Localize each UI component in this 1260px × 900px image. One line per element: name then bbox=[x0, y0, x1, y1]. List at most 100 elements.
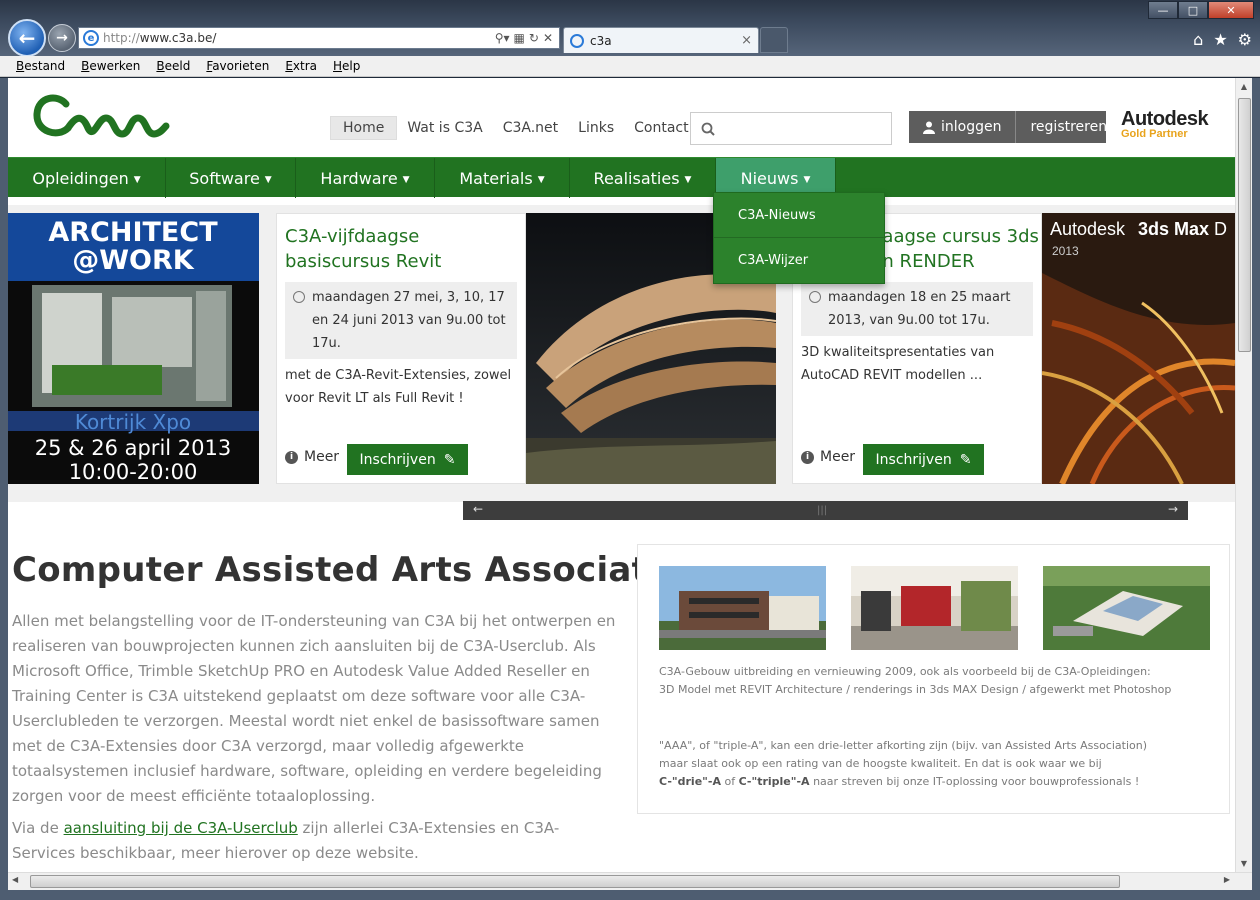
banner-line4: 25 & 26 april 2013 bbox=[35, 436, 231, 460]
caret-down-icon: ▼ bbox=[264, 174, 272, 185]
tab-favicon-icon bbox=[570, 33, 584, 48]
window-controls: — □ ✕ bbox=[1148, 1, 1254, 19]
page-viewport: Home Wat is C3A C3A.net Links Contact in… bbox=[8, 78, 1235, 872]
search-dropdown-icon[interactable]: ⚲▾ bbox=[495, 31, 510, 45]
pencil-icon: ✎ bbox=[443, 451, 456, 468]
minimize-button[interactable]: — bbox=[1148, 1, 1178, 19]
text-fragment: Via de bbox=[12, 819, 64, 837]
scroll-right-icon[interactable]: ▶ bbox=[1224, 875, 1230, 884]
compat-view-icon[interactable]: ▦ bbox=[514, 31, 525, 45]
tab-title: c3a bbox=[590, 33, 612, 48]
ie-page-icon: e bbox=[83, 30, 99, 46]
c3a-logo[interactable] bbox=[32, 88, 172, 144]
intro-paragraph: Allen met belangstelling voor de IT-onde… bbox=[12, 612, 616, 805]
slider-next-icon[interactable]: → bbox=[1168, 502, 1178, 516]
topnav-contact[interactable]: Contact bbox=[624, 116, 698, 140]
clock-icon bbox=[293, 291, 305, 303]
nav-hardware[interactable]: Hardware ▼ bbox=[296, 158, 435, 198]
close-window-button[interactable]: ✕ bbox=[1208, 1, 1254, 19]
inschrijven-label: Inschrijven bbox=[359, 451, 436, 468]
home-icon[interactable]: ⌂ bbox=[1193, 30, 1203, 49]
card-title[interactable]: C3A-vijfdaagse basiscursus Revit bbox=[285, 224, 525, 274]
menu-bestand[interactable]: Bestand bbox=[16, 59, 65, 73]
dropdown-item-c3a-nieuws[interactable]: C3A-Nieuws bbox=[714, 193, 884, 238]
forward-button[interactable]: → bbox=[48, 24, 76, 52]
more-link[interactable]: i Meer bbox=[801, 449, 855, 465]
nav-materials[interactable]: Materials ▼ bbox=[435, 158, 570, 198]
card-date: maandagen 18 en 25 maart 2013, van 9u.00… bbox=[801, 282, 1033, 336]
menu-favorieten[interactable]: Favorieten bbox=[206, 59, 269, 73]
triple-a-note: "AAA", of "triple-A", kan een drie-lette… bbox=[659, 737, 1219, 791]
inschrijven-label: Inschrijven bbox=[875, 451, 952, 468]
banner-line2: @WORK bbox=[72, 245, 195, 276]
building-interior-thumbnail[interactable] bbox=[851, 566, 1018, 650]
nav-software[interactable]: Software ▼ bbox=[166, 158, 296, 198]
refresh-icon[interactable]: ↻ bbox=[529, 31, 539, 45]
topnav-home[interactable]: Home bbox=[330, 116, 398, 140]
userclub-link[interactable]: aansluiting bij de C3A-Userclub bbox=[64, 819, 298, 837]
horizontal-scroll-thumb[interactable] bbox=[30, 875, 1120, 888]
favorites-star-icon[interactable]: ★ bbox=[1213, 30, 1227, 49]
product-name: 3ds Max bbox=[1138, 219, 1209, 239]
url-text[interactable]: http://www.c3a.be/ bbox=[103, 31, 495, 45]
maximize-button[interactable]: □ bbox=[1178, 1, 1208, 19]
topnav-c3a-net[interactable]: C3A.net bbox=[493, 116, 568, 140]
menu-beeld[interactable]: Beeld bbox=[156, 59, 190, 73]
banner-line5: 10:00-20:00 bbox=[69, 460, 198, 484]
vertical-scrollbar[interactable]: ▲ ▼ bbox=[1235, 78, 1252, 872]
inschrijven-button[interactable]: Inschrijven ✎ bbox=[863, 444, 984, 475]
menu-bewerken[interactable]: Bewerken bbox=[81, 59, 140, 73]
product-suffix: D bbox=[1214, 219, 1227, 239]
slider-prev-icon[interactable]: ← bbox=[473, 502, 483, 516]
browser-tab[interactable]: c3a × bbox=[563, 27, 759, 53]
topnav-wat-is-c3a[interactable]: Wat is C3A bbox=[397, 116, 492, 140]
menu-help[interactable]: Help bbox=[333, 59, 360, 73]
info-icon: i bbox=[285, 450, 298, 464]
horizontal-scrollbar[interactable]: ◀ ▶ bbox=[8, 872, 1252, 890]
caret-down-icon: ▼ bbox=[803, 174, 811, 185]
vertical-scroll-thumb[interactable] bbox=[1238, 98, 1251, 352]
nav-opleidingen[interactable]: Opleidingen ▼ bbox=[8, 158, 166, 198]
top-navigation: Home Wat is C3A C3A.net Links Contact bbox=[330, 116, 699, 140]
arrow-right-icon: → bbox=[56, 30, 68, 46]
project-showcase-box: C3A-Gebouw uitbreiding en vernieuwing 20… bbox=[637, 544, 1230, 814]
slider-grip-icon[interactable]: ||| bbox=[817, 505, 827, 516]
banner-line3: Kortrijk Xpo bbox=[75, 410, 191, 434]
menu-bar: Bestand Bewerken Beeld Favorieten Extra … bbox=[0, 56, 1260, 77]
nav-software-label: Software bbox=[189, 168, 260, 188]
back-button[interactable]: ← bbox=[8, 19, 46, 57]
arrow-left-icon: ← bbox=[18, 26, 36, 50]
nav-materials-label: Materials bbox=[459, 168, 533, 188]
autodesk-3ds-max-banner[interactable]: Autodesk 3ds Max D 2013 bbox=[1042, 213, 1235, 484]
scroll-up-icon[interactable]: ▲ bbox=[1236, 78, 1252, 95]
building-exterior-thumbnail[interactable] bbox=[659, 566, 826, 650]
nav-realisaties[interactable]: Realisaties ▼ bbox=[570, 158, 716, 198]
scroll-down-icon[interactable]: ▼ bbox=[1236, 855, 1252, 872]
architect-at-work-banner[interactable]: ARCHITECT @WORK Kortrijk Xpo 25 & 26 apr… bbox=[8, 213, 259, 484]
building-aerial-thumbnail[interactable] bbox=[1043, 566, 1210, 650]
nav-realisaties-label: Realisaties bbox=[593, 168, 680, 188]
scroll-left-icon[interactable]: ◀ bbox=[12, 875, 18, 884]
more-link[interactable]: i Meer bbox=[285, 449, 339, 465]
tab-close-icon[interactable]: × bbox=[741, 33, 752, 48]
card-description: met de C3A-Revit-Extensies, zowel voor R… bbox=[285, 368, 512, 406]
new-tab-button[interactable] bbox=[760, 27, 788, 53]
register-button[interactable]: registreren bbox=[1016, 119, 1121, 135]
product-brand: Autodesk bbox=[1050, 219, 1126, 239]
autodesk-gold-partner-logo[interactable]: Autodesk Gold Partner bbox=[1121, 108, 1209, 140]
tools-gear-icon[interactable]: ⚙ bbox=[1238, 30, 1252, 49]
address-bar[interactable]: e http://www.c3a.be/ ⚲▾ ▦ ↻ ✕ bbox=[78, 27, 560, 49]
login-button[interactable]: inloggen bbox=[909, 111, 1017, 143]
product-year: 2013 bbox=[1052, 244, 1079, 258]
nav-hardware-label: Hardware bbox=[320, 168, 398, 188]
dropdown-item-c3a-wijzer[interactable]: C3A-Wijzer bbox=[714, 238, 884, 283]
card-date: maandagen 27 mei, 3, 10, 17 en 24 juni 2… bbox=[285, 282, 517, 359]
slider-scrollbar[interactable]: ← ||| → bbox=[463, 501, 1188, 520]
nieuws-dropdown-menu: C3A-Nieuws C3A-Wijzer bbox=[713, 192, 885, 284]
inschrijven-button[interactable]: Inschrijven ✎ bbox=[347, 444, 468, 475]
note-text: naar streven bij onze IT-oplossing voor … bbox=[809, 775, 1140, 788]
menu-extra[interactable]: Extra bbox=[285, 59, 317, 73]
search-input[interactable] bbox=[690, 112, 892, 145]
topnav-links[interactable]: Links bbox=[568, 116, 624, 140]
stop-icon[interactable]: ✕ bbox=[543, 31, 553, 45]
